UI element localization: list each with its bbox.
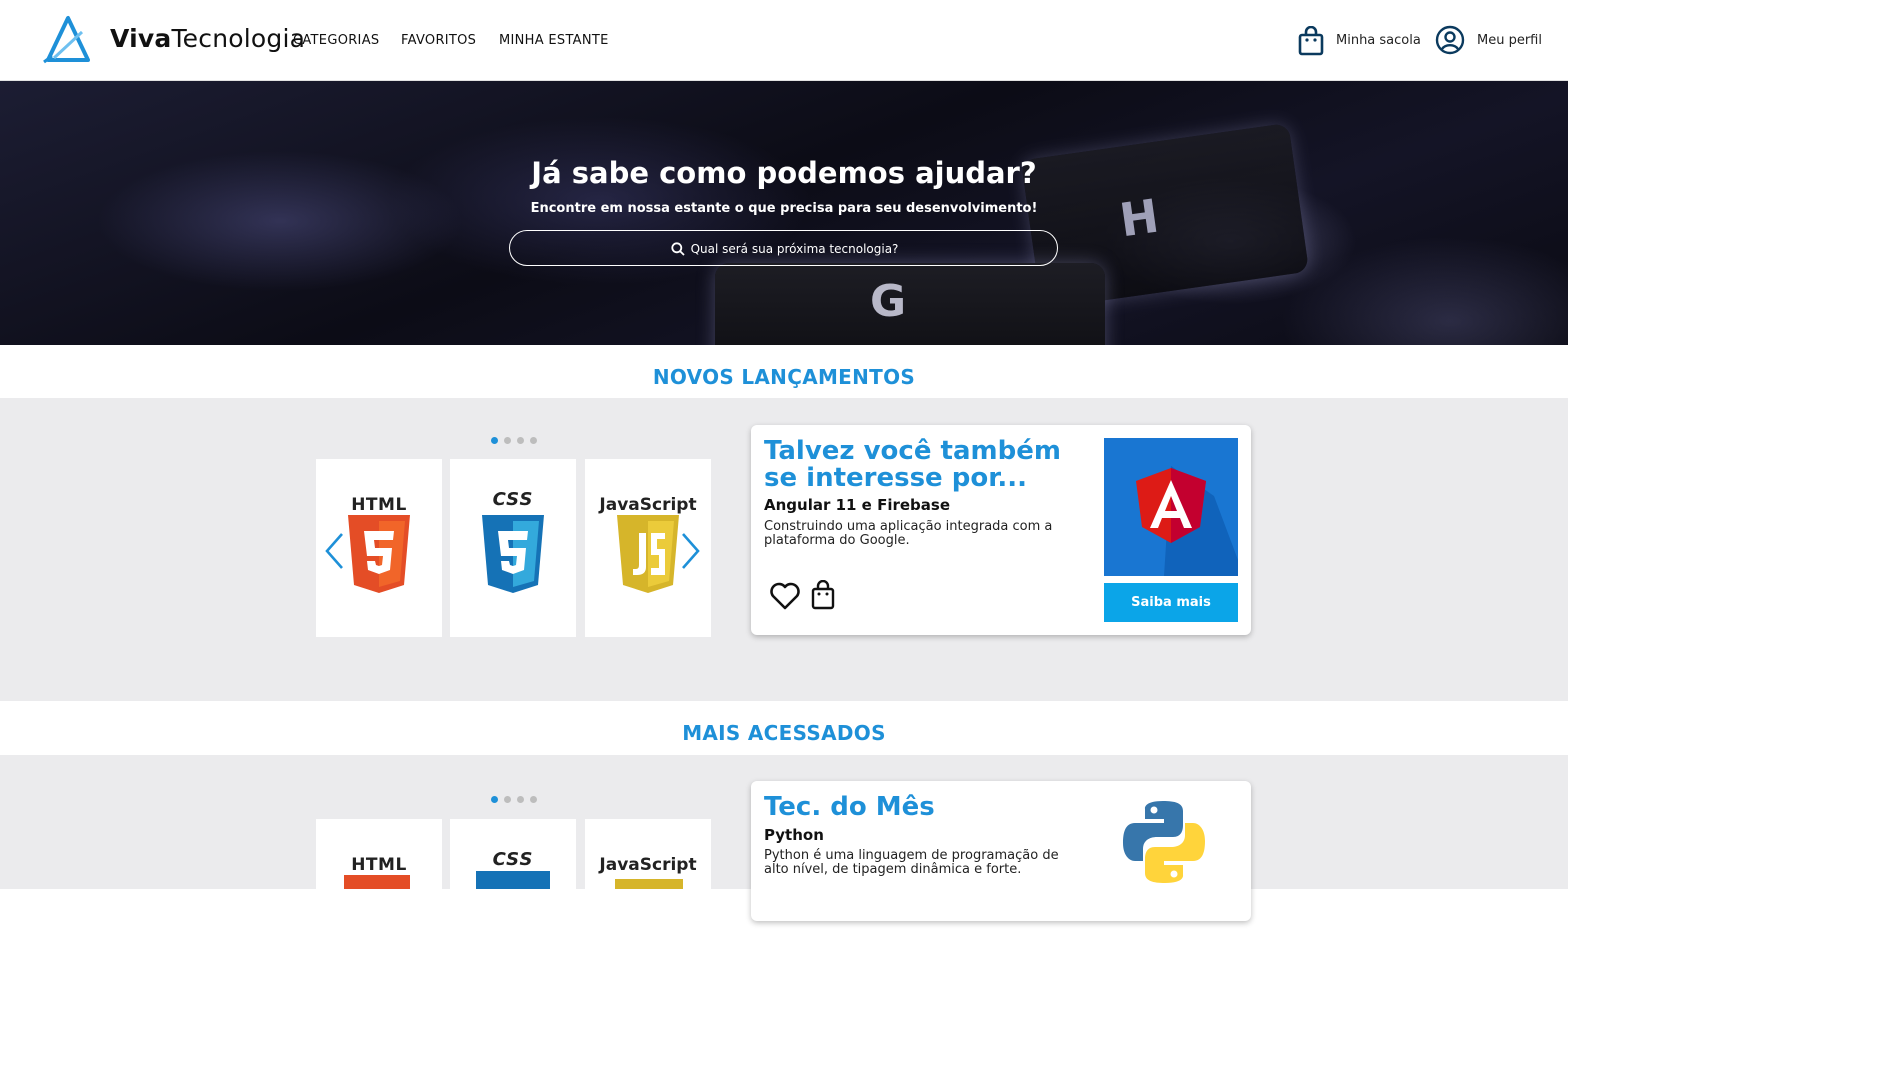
tile-label-html-2: HTML [351, 855, 407, 875]
section-title-novos-lancamentos: NOVOS LANÇAMENTOS [652, 365, 916, 389]
javascript-logo-icon [617, 515, 679, 593]
carousel-2-dot-4[interactable] [530, 796, 537, 803]
search-input[interactable]: Qual será sua próxima tecnologia? [509, 230, 1058, 266]
nav-favoritos[interactable]: FAVORITOS [401, 33, 476, 48]
section-title-mais-acessados: MAIS ACESSADOS [682, 721, 886, 745]
viva-logo-icon[interactable] [42, 14, 94, 66]
keyboard-key-g [715, 263, 1105, 345]
recommendation-card: Talvez você também se interesse por... A… [751, 425, 1251, 635]
top-header: VivaTecnologia CATEGORIAS FAVORITOS MINH… [0, 0, 1568, 81]
key-letter-g: G [870, 276, 907, 327]
hero-title: Já sabe como podemos ajudar? [531, 156, 1037, 190]
card-title: Talvez você também se interesse por... [764, 436, 1061, 493]
brand-name-regular: Tecnologia [171, 24, 306, 53]
bag-link[interactable]: Minha sacola [1336, 33, 1421, 48]
carousel-next-arrow-icon[interactable] [679, 531, 703, 571]
profile-link[interactable]: Meu perfil [1477, 33, 1542, 48]
carousel-dot-3[interactable] [517, 437, 524, 444]
shopping-bag-icon[interactable] [1298, 26, 1324, 56]
carousel-2-dot-2[interactable] [504, 796, 511, 803]
brand-name[interactable]: VivaTecnologia [110, 24, 305, 53]
hero-banner: H G Já sabe como podemos ajudar? Encontr… [0, 81, 1568, 345]
carousel-dot-1[interactable] [491, 437, 498, 444]
nav-categorias[interactable]: CATEGORIAS [293, 33, 379, 48]
tile-label-html: HTML [351, 495, 407, 515]
card-title-2: Tec. do Mês [764, 792, 935, 822]
search-placeholder: Qual será sua próxima tecnologia? [690, 242, 899, 256]
tech-tile-html-2[interactable]: HTML [316, 819, 442, 889]
carousel-2-dot-1[interactable] [491, 796, 498, 803]
hero-subtitle: Encontre em nossa estante o que precisa … [530, 201, 1038, 216]
key-letter-h: H [1116, 188, 1163, 248]
carousel-dots [491, 437, 537, 444]
carousel-2-dot-3[interactable] [517, 796, 524, 803]
css3-logo-icon [482, 515, 544, 593]
search-icon [670, 242, 685, 256]
add-to-bag-icon[interactable] [811, 580, 835, 610]
heart-icon[interactable] [769, 581, 801, 611]
card-product-name[interactable]: Angular 11 e Firebase [764, 496, 950, 514]
nav-minha-estante[interactable]: MINHA ESTANTE [499, 33, 609, 48]
carousel-prev-arrow-icon[interactable] [322, 531, 346, 571]
saiba-mais-button[interactable]: Saiba mais [1104, 583, 1238, 622]
tech-of-month-card: Tec. do Mês Python Python é uma linguage… [751, 781, 1251, 921]
tile-label-javascript-2: JavaScript [599, 855, 697, 875]
css3-logo-icon [476, 871, 550, 889]
tile-label-css-2: CSS [492, 849, 534, 870]
carousel-dot-2[interactable] [504, 437, 511, 444]
python-logo-icon [1123, 801, 1205, 883]
tile-label-css: CSS [492, 489, 534, 510]
card-product-name-2[interactable]: Python [764, 826, 824, 844]
brand-name-bold: Viva [110, 24, 172, 53]
javascript-logo-icon [615, 879, 683, 889]
card-description: Construindo uma aplicação integrada com … [764, 519, 1053, 548]
carousel-dot-4[interactable] [530, 437, 537, 444]
tech-tile-javascript-2[interactable]: JavaScript [585, 819, 711, 889]
card-description-2: Python é uma linguagem de programação de… [764, 848, 1059, 877]
angular-logo-icon [1104, 438, 1238, 576]
carousel-dots-2 [491, 796, 537, 803]
tile-label-javascript: JavaScript [599, 495, 697, 515]
html5-logo-icon [344, 875, 410, 889]
tech-tile-css[interactable]: CSS [450, 459, 576, 637]
html5-logo-icon [348, 515, 410, 593]
tech-tile-css-2[interactable]: CSS [450, 819, 576, 889]
user-profile-icon[interactable] [1435, 25, 1465, 55]
